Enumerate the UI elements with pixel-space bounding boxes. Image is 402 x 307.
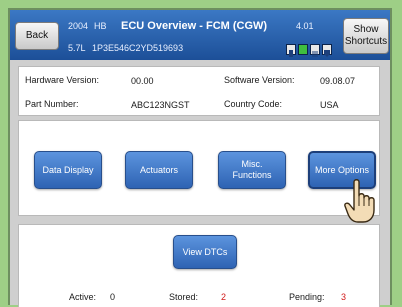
part-number-value: ABC123NGST [131, 100, 190, 110]
data-display-button[interactable]: Data Display [34, 151, 102, 189]
header-bar: Back 2004 HB ECU Overview - FCM (CGW) 4.… [10, 10, 390, 60]
software-version-label: Software Version: [224, 75, 295, 85]
vehicle-model: HB [94, 21, 107, 31]
pending-dtc-count: 3 [341, 292, 347, 302]
more-options-label: More Options [314, 164, 370, 175]
actions-panel: Data Display Actuators Misc. Functions M… [18, 120, 380, 216]
show-shortcuts-label: Show Shortcuts [344, 24, 388, 47]
country-code-label: Country Code: [224, 99, 283, 109]
stored-dtc-count: 2 [221, 292, 227, 302]
dtc-panel: View DTCs Active: 0 Stored: 2 Pending: 3 [18, 224, 380, 307]
engine-icon [310, 44, 320, 57]
active-dtc-label: Active: [69, 292, 97, 302]
view-dtcs-button[interactable]: View DTCs [173, 235, 237, 269]
misc-functions-label: Misc. Functions [232, 159, 272, 180]
ecu-info-panel: Hardware Version: 00.00 Software Version… [18, 66, 380, 116]
misc-functions-button[interactable]: Misc. Functions [218, 151, 286, 189]
country-code-value: USA [320, 100, 339, 110]
hand-pointer-icon [344, 179, 375, 223]
actuators-label: Actuators [139, 164, 179, 175]
active-dtc-count: 0 [110, 292, 116, 302]
back-button-label: Back [25, 30, 49, 41]
signal-icon [298, 44, 308, 55]
shield-icon [322, 44, 332, 57]
software-version-value: 09.08.07 [320, 76, 356, 86]
data-display-label: Data Display [42, 164, 94, 175]
show-shortcuts-button[interactable]: Show Shortcuts [343, 18, 389, 54]
vin-number: 1P3E546C2YD519693 [92, 43, 184, 53]
engine-size: 5.7L [68, 43, 86, 53]
stored-dtc-label: Stored: [169, 292, 199, 302]
battery-icon [286, 44, 296, 57]
view-dtcs-label: View DTCs [182, 246, 228, 257]
actuators-button[interactable]: Actuators [125, 151, 193, 189]
app-version: 4.01 [296, 21, 314, 31]
back-button[interactable]: Back [15, 22, 59, 50]
page-title: ECU Overview - FCM (CGW) [121, 20, 268, 32]
hardware-version-value: 00.00 [131, 76, 154, 86]
pending-dtc-label: Pending: [289, 292, 325, 302]
hardware-version-label: Hardware Version: [25, 75, 100, 85]
app-window: Back 2004 HB ECU Overview - FCM (CGW) 4.… [8, 8, 392, 307]
vehicle-year: 2004 [68, 21, 89, 31]
part-number-label: Part Number: [25, 99, 79, 109]
status-icons [286, 44, 332, 57]
